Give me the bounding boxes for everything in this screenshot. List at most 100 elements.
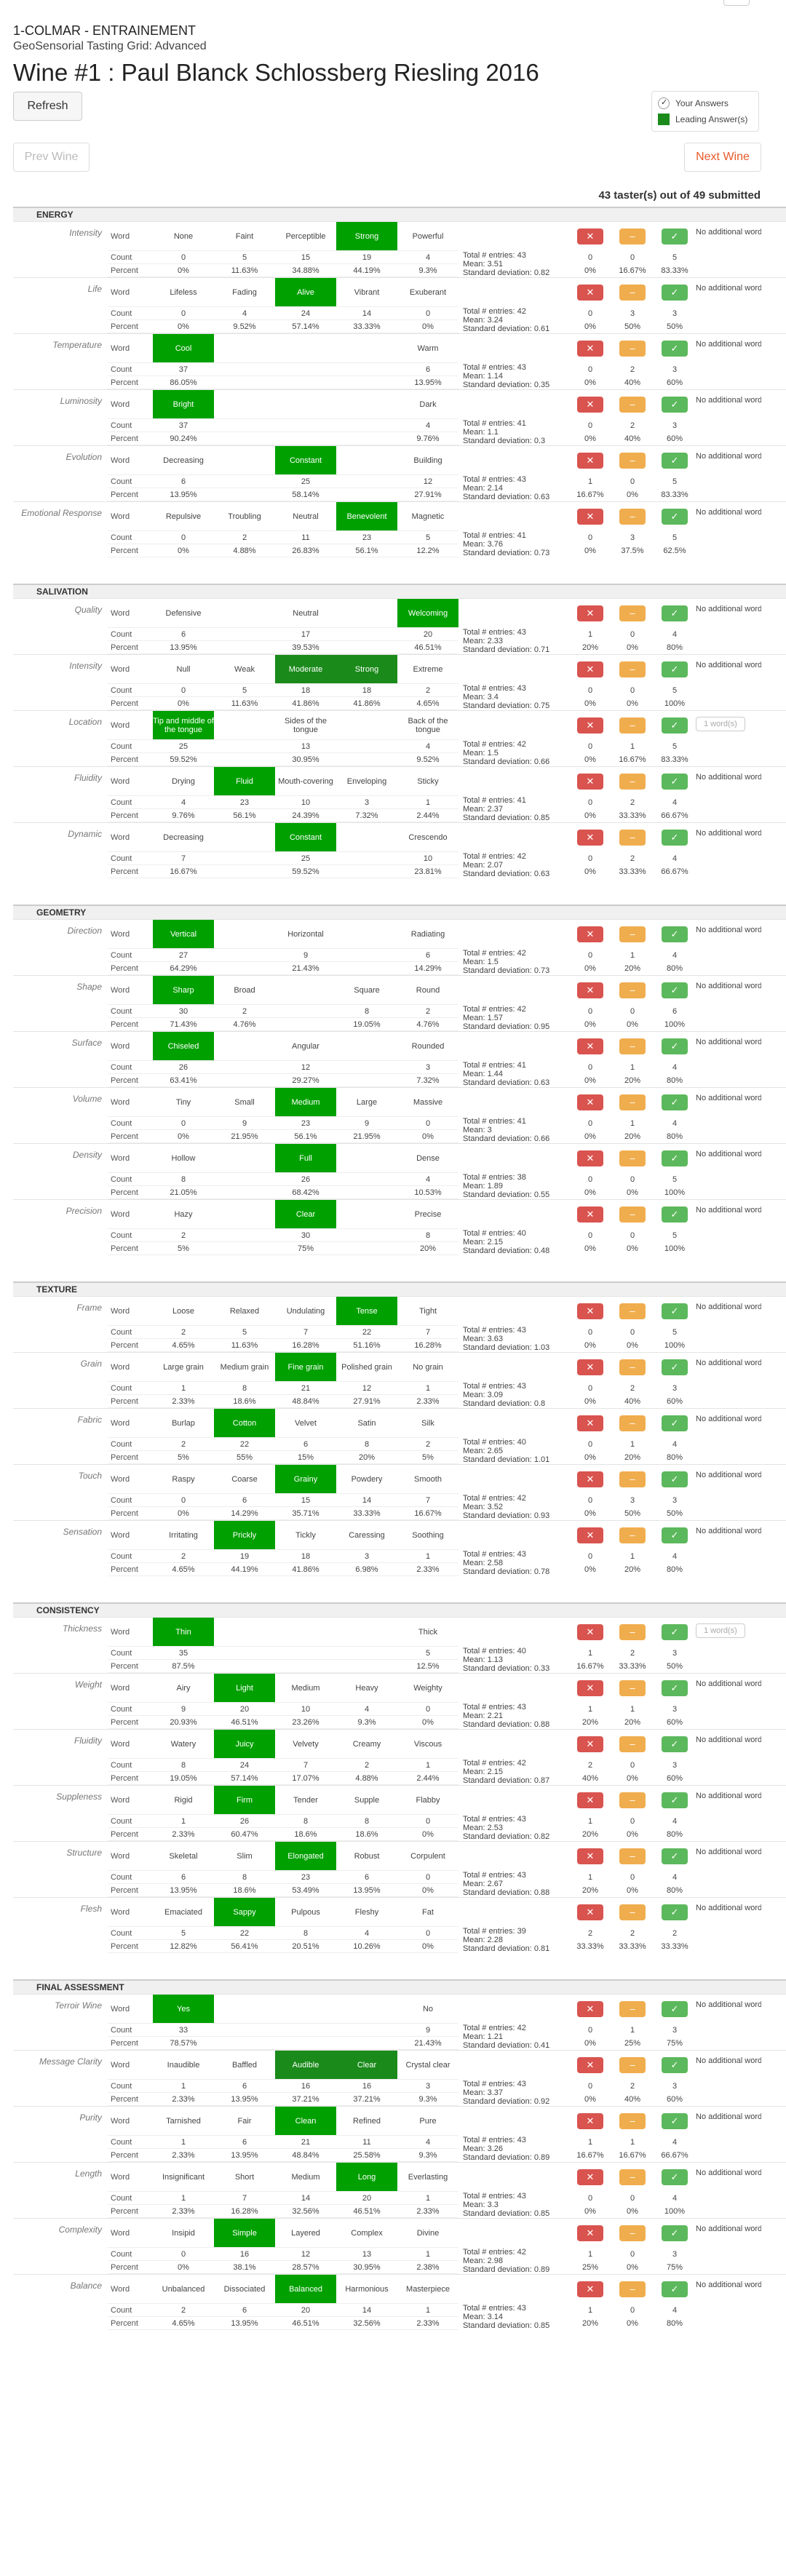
good-vote-button[interactable]: ✓: [662, 285, 688, 301]
bad-vote-button[interactable]: ✕: [577, 774, 603, 790]
bad-vote-button[interactable]: ✕: [577, 2225, 603, 2241]
next-wine-button[interactable]: Next Wine: [684, 143, 761, 172]
good-vote-button[interactable]: ✓: [662, 1206, 688, 1223]
neutral-vote-button[interactable]: –: [619, 2225, 646, 2241]
bad-vote-button[interactable]: ✕: [577, 285, 603, 301]
good-vote-button[interactable]: ✓: [662, 1624, 688, 1640]
good-vote-button[interactable]: ✓: [662, 1736, 688, 1752]
neutral-vote-button[interactable]: –: [619, 1359, 646, 1375]
neutral-vote-button[interactable]: –: [619, 605, 646, 621]
words-button[interactable]: 1 word(s): [696, 717, 745, 731]
neutral-vote-button[interactable]: –: [619, 1303, 646, 1319]
prev-wine-button[interactable]: Prev Wine: [13, 143, 90, 172]
bad-vote-button[interactable]: ✕: [577, 2001, 603, 2017]
good-vote-button[interactable]: ✓: [662, 1038, 688, 1054]
bad-vote-button[interactable]: ✕: [577, 605, 603, 621]
good-vote-button[interactable]: ✓: [662, 774, 688, 790]
bad-vote-button[interactable]: ✕: [577, 717, 603, 734]
refresh-button[interactable]: Refresh: [13, 92, 82, 121]
bad-vote-button[interactable]: ✕: [577, 1471, 603, 1487]
bad-vote-button[interactable]: ✕: [577, 1848, 603, 1864]
bad-vote-button[interactable]: ✕: [577, 2281, 603, 2297]
good-vote-button[interactable]: ✓: [662, 1415, 688, 1431]
neutral-vote-button[interactable]: –: [619, 2281, 646, 2297]
good-vote-button[interactable]: ✓: [662, 605, 688, 621]
neutral-vote-button[interactable]: –: [619, 774, 646, 790]
good-vote-button[interactable]: ✓: [662, 2001, 688, 2017]
neutral-vote-button[interactable]: –: [619, 1904, 646, 1920]
good-vote-button[interactable]: ✓: [662, 982, 688, 998]
good-vote-button[interactable]: ✓: [662, 717, 688, 734]
bad-vote-button[interactable]: ✕: [577, 1359, 603, 1375]
bad-vote-button[interactable]: ✕: [577, 2113, 603, 2129]
neutral-vote-button[interactable]: –: [619, 2001, 646, 2017]
neutral-vote-button[interactable]: –: [619, 1624, 646, 1640]
bad-vote-button[interactable]: ✕: [577, 1680, 603, 1696]
neutral-vote-button[interactable]: –: [619, 830, 646, 846]
bad-vote-button[interactable]: ✕: [577, 661, 603, 677]
bad-vote-button[interactable]: ✕: [577, 926, 603, 942]
neutral-vote-button[interactable]: –: [619, 1680, 646, 1696]
good-vote-button[interactable]: ✓: [662, 1150, 688, 1166]
good-vote-button[interactable]: ✓: [662, 2057, 688, 2073]
neutral-vote-button[interactable]: –: [619, 1094, 646, 1110]
neutral-vote-button[interactable]: –: [619, 397, 646, 413]
bad-vote-button[interactable]: ✕: [577, 2057, 603, 2073]
neutral-vote-button[interactable]: –: [619, 2113, 646, 2129]
bad-vote-button[interactable]: ✕: [577, 509, 603, 525]
good-vote-button[interactable]: ✓: [662, 1303, 688, 1319]
good-vote-button[interactable]: ✓: [662, 1471, 688, 1487]
neutral-vote-button[interactable]: –: [619, 717, 646, 734]
neutral-vote-button[interactable]: –: [619, 285, 646, 301]
good-vote-button[interactable]: ✓: [662, 2281, 688, 2297]
good-vote-button[interactable]: ✓: [662, 1848, 688, 1864]
bad-vote-button[interactable]: ✕: [577, 1792, 603, 1808]
bad-vote-button[interactable]: ✕: [577, 1527, 603, 1543]
bad-vote-button[interactable]: ✕: [577, 1094, 603, 1110]
neutral-vote-button[interactable]: –: [619, 228, 646, 245]
good-vote-button[interactable]: ✓: [662, 2113, 688, 2129]
top-tab[interactable]: [723, 0, 750, 6]
good-vote-button[interactable]: ✓: [662, 341, 688, 357]
neutral-vote-button[interactable]: –: [619, 1206, 646, 1223]
good-vote-button[interactable]: ✓: [662, 1527, 688, 1543]
neutral-vote-button[interactable]: –: [619, 341, 646, 357]
bad-vote-button[interactable]: ✕: [577, 2169, 603, 2185]
good-vote-button[interactable]: ✓: [662, 453, 688, 469]
neutral-vote-button[interactable]: –: [619, 509, 646, 525]
bad-vote-button[interactable]: ✕: [577, 982, 603, 998]
good-vote-button[interactable]: ✓: [662, 2169, 688, 2185]
neutral-vote-button[interactable]: –: [619, 661, 646, 677]
neutral-vote-button[interactable]: –: [619, 2057, 646, 2073]
neutral-vote-button[interactable]: –: [619, 1150, 646, 1166]
neutral-vote-button[interactable]: –: [619, 1038, 646, 1054]
good-vote-button[interactable]: ✓: [662, 397, 688, 413]
good-vote-button[interactable]: ✓: [662, 509, 688, 525]
good-vote-button[interactable]: ✓: [662, 1792, 688, 1808]
neutral-vote-button[interactable]: –: [619, 1848, 646, 1864]
neutral-vote-button[interactable]: –: [619, 1471, 646, 1487]
bad-vote-button[interactable]: ✕: [577, 397, 603, 413]
neutral-vote-button[interactable]: –: [619, 453, 646, 469]
bad-vote-button[interactable]: ✕: [577, 1736, 603, 1752]
bad-vote-button[interactable]: ✕: [577, 1206, 603, 1223]
bad-vote-button[interactable]: ✕: [577, 228, 603, 245]
neutral-vote-button[interactable]: –: [619, 1736, 646, 1752]
bad-vote-button[interactable]: ✕: [577, 1904, 603, 1920]
bad-vote-button[interactable]: ✕: [577, 1150, 603, 1166]
good-vote-button[interactable]: ✓: [662, 1680, 688, 1696]
words-button[interactable]: 1 word(s): [696, 1623, 745, 1638]
neutral-vote-button[interactable]: –: [619, 926, 646, 942]
good-vote-button[interactable]: ✓: [662, 228, 688, 245]
neutral-vote-button[interactable]: –: [619, 1415, 646, 1431]
good-vote-button[interactable]: ✓: [662, 830, 688, 846]
neutral-vote-button[interactable]: –: [619, 1792, 646, 1808]
neutral-vote-button[interactable]: –: [619, 1527, 646, 1543]
bad-vote-button[interactable]: ✕: [577, 830, 603, 846]
bad-vote-button[interactable]: ✕: [577, 1415, 603, 1431]
good-vote-button[interactable]: ✓: [662, 926, 688, 942]
bad-vote-button[interactable]: ✕: [577, 341, 603, 357]
good-vote-button[interactable]: ✓: [662, 1904, 688, 1920]
good-vote-button[interactable]: ✓: [662, 1359, 688, 1375]
neutral-vote-button[interactable]: –: [619, 2169, 646, 2185]
